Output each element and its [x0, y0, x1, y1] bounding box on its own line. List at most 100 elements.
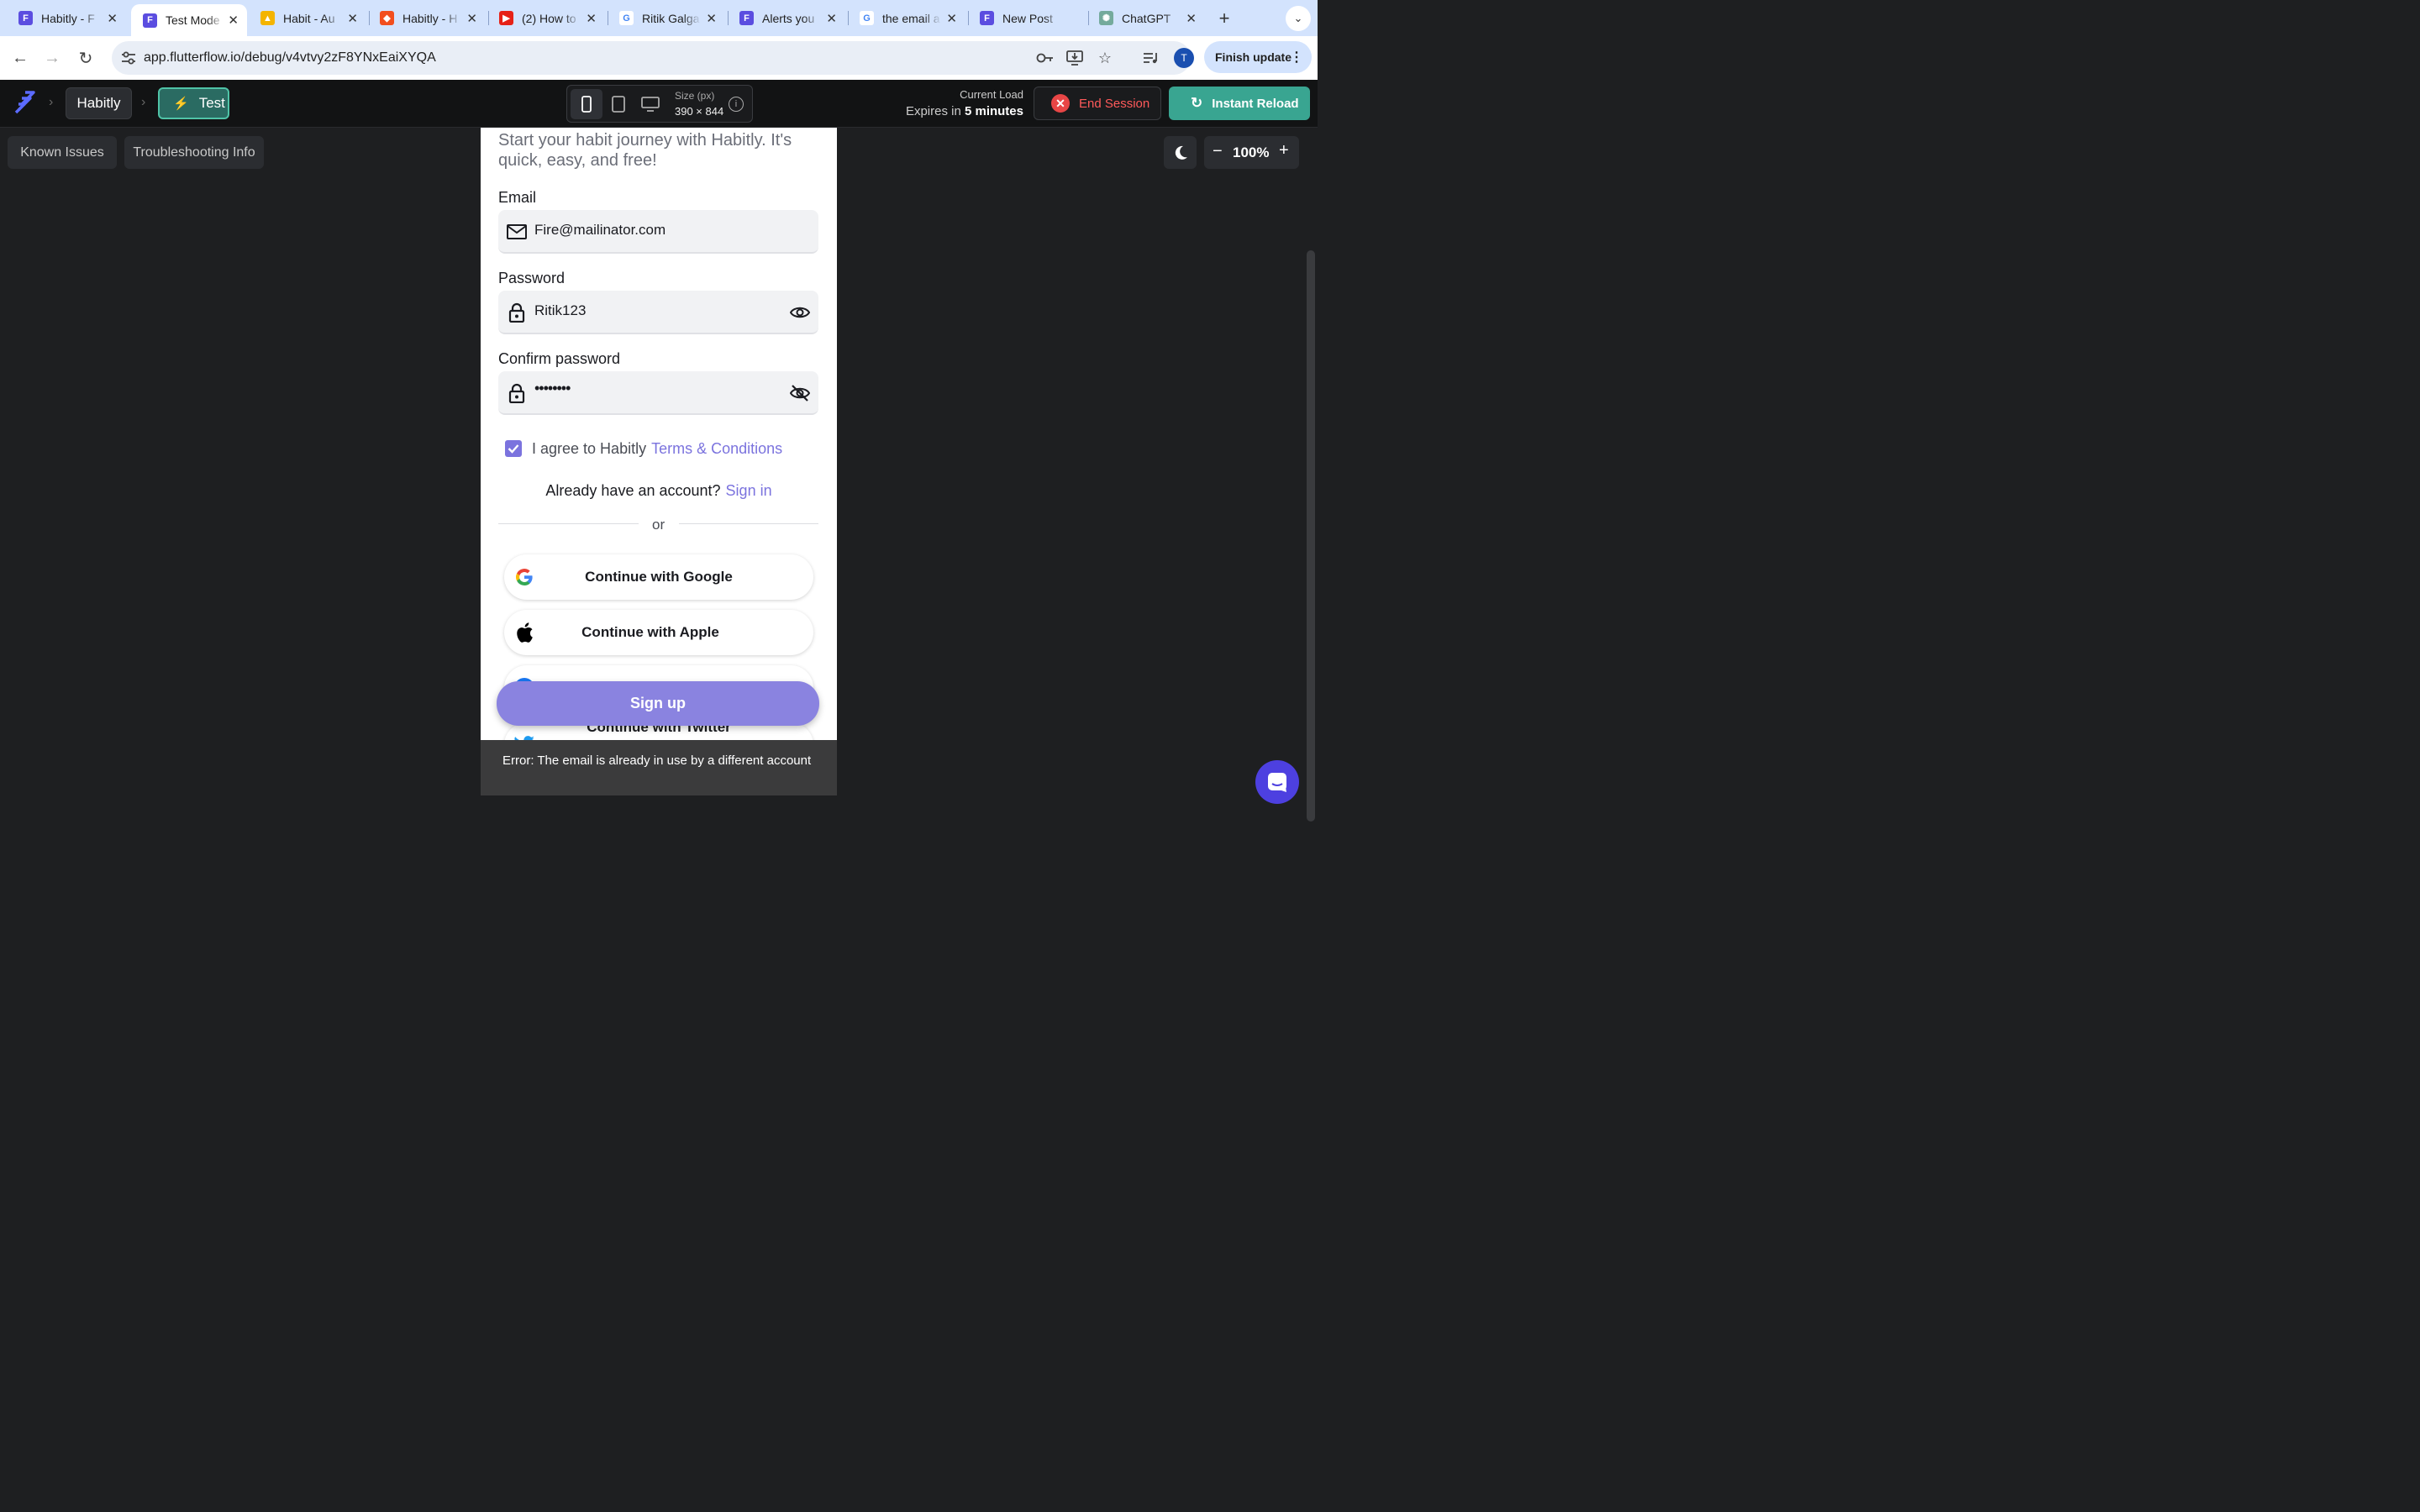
signup-intro-text: Start your habit journey with Habitly. I…	[498, 131, 792, 170]
browser-toolbar: ← → ↻ app.flutterflow.io/debug/v4vtvy2zF…	[0, 36, 1318, 80]
flutterflow-icon: F	[18, 11, 33, 25]
tab-title: ChatGPT	[1122, 11, 1171, 25]
browser-tab[interactable]: F New Post	[968, 5, 1086, 31]
sign-in-link[interactable]: Sign in	[726, 482, 772, 499]
finish-update-button[interactable]: Finish update ⋮	[1204, 41, 1312, 73]
hide-password-eye-off-icon[interactable]	[789, 382, 811, 404]
zoom-out-button[interactable]: −	[1213, 142, 1223, 161]
tab-title: (2) How to	[522, 11, 576, 25]
browser-tab[interactable]: F Habitly - F ✕	[7, 5, 126, 31]
terms-agreement: I agree to Habitly Terms & Conditions	[532, 440, 782, 458]
profile-avatar[interactable]: T	[1174, 48, 1194, 68]
troubleshooting-info-button[interactable]: Troubleshooting Info	[124, 136, 264, 169]
close-tab-icon[interactable]: ✕	[347, 11, 358, 26]
email-label: Email	[498, 189, 537, 206]
browser-tab[interactable]: F Alerts you ✕	[728, 5, 845, 31]
tab-title: New Post	[1002, 11, 1053, 25]
tab-title: Test Mode	[166, 13, 220, 27]
close-tab-icon[interactable]: ✕	[946, 11, 957, 26]
close-tab-icon[interactable]: ✕	[228, 13, 239, 28]
dark-mode-toggle[interactable]	[1164, 136, 1197, 169]
reload-button[interactable]: ↻	[72, 45, 99, 71]
browser-tab[interactable]: ▲ Habit - Au ✕	[249, 5, 366, 31]
divider-right	[679, 523, 818, 524]
end-session-label: End Session	[1079, 96, 1150, 111]
bookmark-star-icon[interactable]: ☆	[1095, 48, 1115, 68]
checkmark-icon	[508, 444, 519, 454]
site-settings-icon[interactable]	[118, 48, 139, 68]
flutterflow-icon: F	[980, 11, 994, 25]
canvas-scrollbar[interactable]	[1307, 250, 1315, 822]
expires-value: 5 minutes	[964, 104, 1023, 118]
google-icon: G	[619, 11, 634, 25]
terms-link[interactable]: Terms & Conditions	[651, 440, 782, 457]
address-bar[interactable]: app.flutterflow.io/debug/v4vtvy2zF8YNxEa…	[112, 41, 1191, 75]
size-label: Size (px)	[675, 90, 715, 102]
flutterflow-icon: F	[739, 11, 754, 25]
error-message: Error: The email is already in use by a …	[502, 753, 812, 768]
password-field[interactable]: Ritik123	[498, 291, 818, 334]
session-expiry: Expires in 5 minutes	[906, 104, 1023, 118]
phone-device-button[interactable]	[571, 89, 602, 119]
support-chat-button[interactable]	[1255, 760, 1299, 804]
instant-reload-button[interactable]: ↻ Instant Reload	[1169, 87, 1310, 120]
close-tab-icon[interactable]: ✕	[706, 11, 717, 26]
sign-up-button[interactable]: Sign up	[497, 681, 819, 726]
close-tab-icon[interactable]: ✕	[826, 11, 837, 26]
tablet-device-button[interactable]	[602, 89, 634, 119]
zoom-in-button[interactable]: +	[1279, 141, 1289, 160]
close-tab-icon[interactable]: ✕	[1186, 11, 1197, 26]
browser-tab[interactable]: ▶ (2) How to ✕	[487, 5, 605, 31]
screen: F Habitly - F ✕ F Test Mode ✕ ▲ Habit - …	[0, 0, 1318, 823]
zoom-level: 100%	[1233, 144, 1270, 160]
password-value: Ritik123	[534, 302, 587, 318]
browser-tab[interactable]: G Ritik Galga ✕	[608, 5, 725, 31]
forward-button[interactable]: →	[39, 45, 66, 71]
back-button[interactable]: ←	[7, 45, 34, 71]
browser-tab[interactable]: ◆ Habitly - H ✕	[368, 5, 486, 31]
project-name-pill[interactable]: Habitly	[66, 87, 132, 119]
browser-tab-bar: F Habitly - F ✕ F Test Mode ✕ ▲ Habit - …	[0, 0, 1318, 36]
confirm-password-value: ••••••••	[534, 380, 571, 396]
breadcrumb-chevron-icon: ›	[49, 95, 54, 109]
browser-tab[interactable]: ✺ ChatGPT ✕	[1087, 5, 1205, 31]
breadcrumb-chevron-icon: ›	[141, 95, 146, 109]
desktop-device-button[interactable]	[634, 89, 666, 119]
known-issues-button[interactable]: Known Issues	[8, 136, 117, 169]
close-tab-icon[interactable]: ✕	[586, 11, 597, 26]
already-account-text: Already have an account?	[545, 482, 721, 499]
tab-search-button[interactable]: ⌄	[1286, 6, 1311, 31]
email-value: Fire@mailinator.com	[534, 222, 666, 238]
confirm-password-field[interactable]: ••••••••	[498, 371, 818, 415]
known-issues-label: Known Issues	[20, 144, 104, 160]
moon-icon	[1175, 145, 1187, 160]
end-session-button[interactable]: ✕ End Session	[1034, 87, 1161, 120]
continue-with-apple-button[interactable]: Continue with Apple	[504, 610, 813, 655]
new-tab-button[interactable]: +	[1213, 7, 1236, 30]
terms-checkbox[interactable]	[505, 440, 522, 457]
info-icon[interactable]: i	[729, 97, 744, 112]
agree-text: I agree to Habitly	[532, 440, 647, 457]
signin-prompt: Already have an account? Sign in	[481, 482, 837, 500]
lightning-icon: ⚡	[173, 97, 189, 111]
tab-title: Alerts you	[762, 11, 815, 25]
flutterflow-logo-icon[interactable]	[12, 90, 37, 115]
close-tab-icon[interactable]: ✕	[466, 11, 477, 26]
media-controls-icon[interactable]	[1140, 47, 1162, 69]
email-field[interactable]: Fire@mailinator.com	[498, 210, 818, 254]
close-tab-icon[interactable]: ✕	[107, 11, 118, 26]
show-password-eye-icon[interactable]	[789, 302, 811, 323]
figma-icon: ◆	[380, 11, 394, 25]
current-load-label: Current Load	[960, 88, 1023, 101]
mail-icon	[507, 221, 527, 243]
test-mode-pill[interactable]: ⚡ Test	[158, 87, 229, 119]
browser-tab-active[interactable]: F Test Mode ✕	[131, 4, 247, 36]
flutterflow-icon: F	[143, 13, 157, 28]
password-key-icon[interactable]	[1035, 48, 1055, 68]
install-app-icon[interactable]	[1065, 48, 1085, 68]
zoom-control: − 100% +	[1204, 136, 1299, 169]
close-circle-icon: ✕	[1051, 94, 1070, 113]
continue-with-google-button[interactable]: Continue with Google	[504, 554, 813, 600]
device-size-selector: Size (px) 390 × 844 i	[566, 85, 753, 123]
browser-tab[interactable]: G the email a ✕	[848, 5, 965, 31]
